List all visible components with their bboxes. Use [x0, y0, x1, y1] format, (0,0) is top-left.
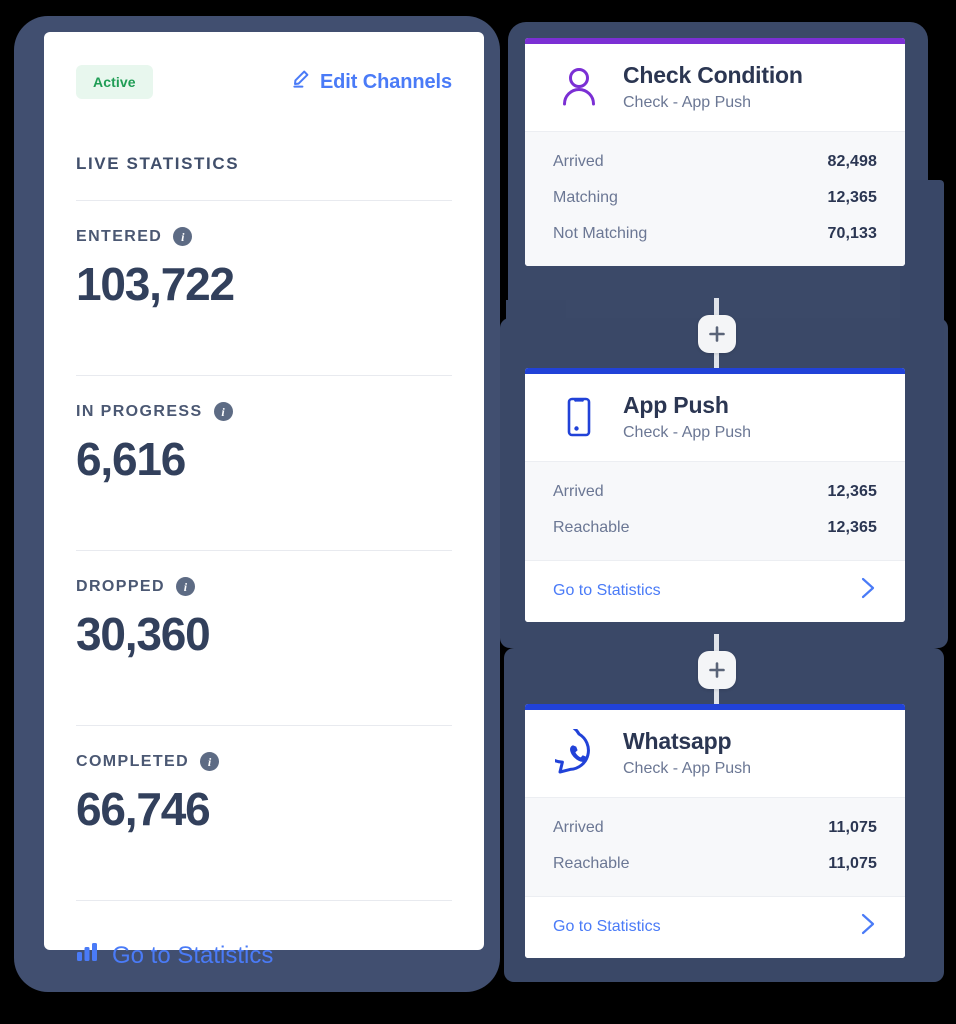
add-step-button[interactable] — [698, 651, 736, 689]
chevron-right-icon — [859, 575, 877, 606]
card-subtitle: Check - App Push — [623, 94, 752, 111]
bar-chart-icon — [76, 941, 98, 970]
go-to-statistics-label: Go to Statistics — [553, 917, 661, 935]
card-title: Whatsapp — [623, 728, 732, 754]
flow-card-check-condition[interactable]: Check Condition Check - App Push Arrived… — [525, 38, 905, 266]
backdrop-edge-right — [900, 180, 944, 610]
row-value: 70,133 — [827, 225, 877, 242]
card-title-group: Check Condition Check - App Push — [623, 62, 803, 112]
row-value: 11,075 — [828, 819, 877, 836]
go-to-statistics-label: Go to Statistics — [553, 581, 661, 599]
status-badge: Active — [76, 65, 153, 99]
card-header: App Push Check - App Push — [525, 374, 905, 461]
card-title: Check Condition — [623, 62, 803, 88]
row-label: Reachable — [553, 519, 630, 536]
card-header: Whatsapp Check - App Push — [525, 710, 905, 797]
card-go-to-statistics[interactable]: Go to Statistics — [525, 560, 905, 622]
stat-in-progress: IN PROGRESS i 6,616 — [76, 376, 452, 486]
card-title: App Push — [623, 392, 729, 418]
stat-value: 66,746 — [76, 783, 211, 835]
stat-value: 103,722 — [76, 258, 235, 310]
row-label: Arrived — [553, 483, 604, 500]
table-row: Not Matching 70,133 — [553, 216, 877, 252]
card-subtitle: Check - App Push — [623, 424, 752, 441]
card-title-group: Whatsapp Check - App Push — [623, 728, 751, 778]
card-header: Check Condition Check - App Push — [525, 44, 905, 131]
page-title: LIVE STATISTICS — [76, 154, 240, 173]
info-icon[interactable]: i — [200, 752, 220, 771]
stat-dropped: DROPPED i 30,360 — [76, 551, 452, 661]
table-row: Reachable 11,075 — [553, 846, 877, 882]
person-icon — [553, 61, 605, 113]
screenshot-stage: Active Edit Channels LIVE STATISTICS ENT… — [0, 0, 956, 1024]
row-label: Matching — [553, 189, 618, 206]
row-value: 12,365 — [827, 483, 877, 500]
whatsapp-icon — [553, 727, 605, 779]
stat-value: 30,360 — [76, 608, 211, 660]
info-icon[interactable]: i — [175, 577, 195, 596]
table-row: Arrived 12,365 — [553, 474, 877, 510]
stat-completed: COMPLETED i 66,746 — [76, 726, 452, 836]
edit-channels-button[interactable]: Edit Channels — [291, 69, 452, 95]
add-step-button[interactable] — [698, 315, 736, 353]
card-stats-list: Arrived 11,075 Reachable 11,075 — [525, 797, 905, 896]
stat-label: ENTERED — [76, 227, 163, 245]
card-stats-list: Arrived 12,365 Reachable 12,365 — [525, 461, 905, 560]
table-row: Reachable 12,365 — [553, 510, 877, 546]
flow-card-app-push[interactable]: App Push Check - App Push Arrived 12,365… — [525, 368, 905, 622]
go-to-statistics-label: Go to Statistics — [112, 941, 274, 969]
row-label: Reachable — [553, 855, 630, 872]
edit-channels-label: Edit Channels — [319, 70, 452, 93]
row-label: Not Matching — [553, 225, 648, 242]
row-value: 12,365 — [827, 189, 877, 206]
info-icon[interactable]: i — [213, 402, 233, 421]
row-label: Arrived — [553, 153, 604, 170]
card-stats-list: Arrived 82,498 Matching 12,365 Not Match… — [525, 131, 905, 266]
table-row: Arrived 11,075 — [553, 810, 877, 846]
row-value: 11,075 — [828, 855, 877, 872]
panel-header: Active Edit Channels — [76, 62, 452, 102]
divider — [76, 900, 452, 901]
table-row: Matching 12,365 — [553, 180, 877, 216]
stat-label: DROPPED — [76, 577, 165, 595]
info-icon[interactable]: i — [173, 227, 193, 246]
stat-label: COMPLETED — [76, 752, 190, 770]
go-to-statistics-button[interactable]: Go to Statistics — [76, 941, 452, 970]
row-value: 12,365 — [827, 519, 877, 536]
flow-card-whatsapp[interactable]: Whatsapp Check - App Push Arrived 11,075… — [525, 704, 905, 958]
live-statistics-panel: Active Edit Channels LIVE STATISTICS ENT… — [44, 32, 484, 969]
stat-label: IN PROGRESS — [76, 402, 203, 420]
card-go-to-statistics[interactable]: Go to Statistics — [525, 896, 905, 958]
table-row: Arrived 82,498 — [553, 144, 877, 180]
chevron-right-icon — [859, 911, 877, 942]
pencil-icon — [291, 69, 311, 95]
card-subtitle: Check - App Push — [623, 760, 752, 777]
backdrop-edge-mid — [506, 300, 566, 360]
card-title-group: App Push Check - App Push — [623, 392, 751, 442]
row-label: Arrived — [553, 819, 604, 836]
mobile-phone-icon — [553, 391, 605, 443]
stat-entered: ENTERED i 103,722 — [76, 201, 452, 311]
stat-value: 6,616 — [76, 433, 186, 485]
row-value: 82,498 — [827, 153, 877, 170]
